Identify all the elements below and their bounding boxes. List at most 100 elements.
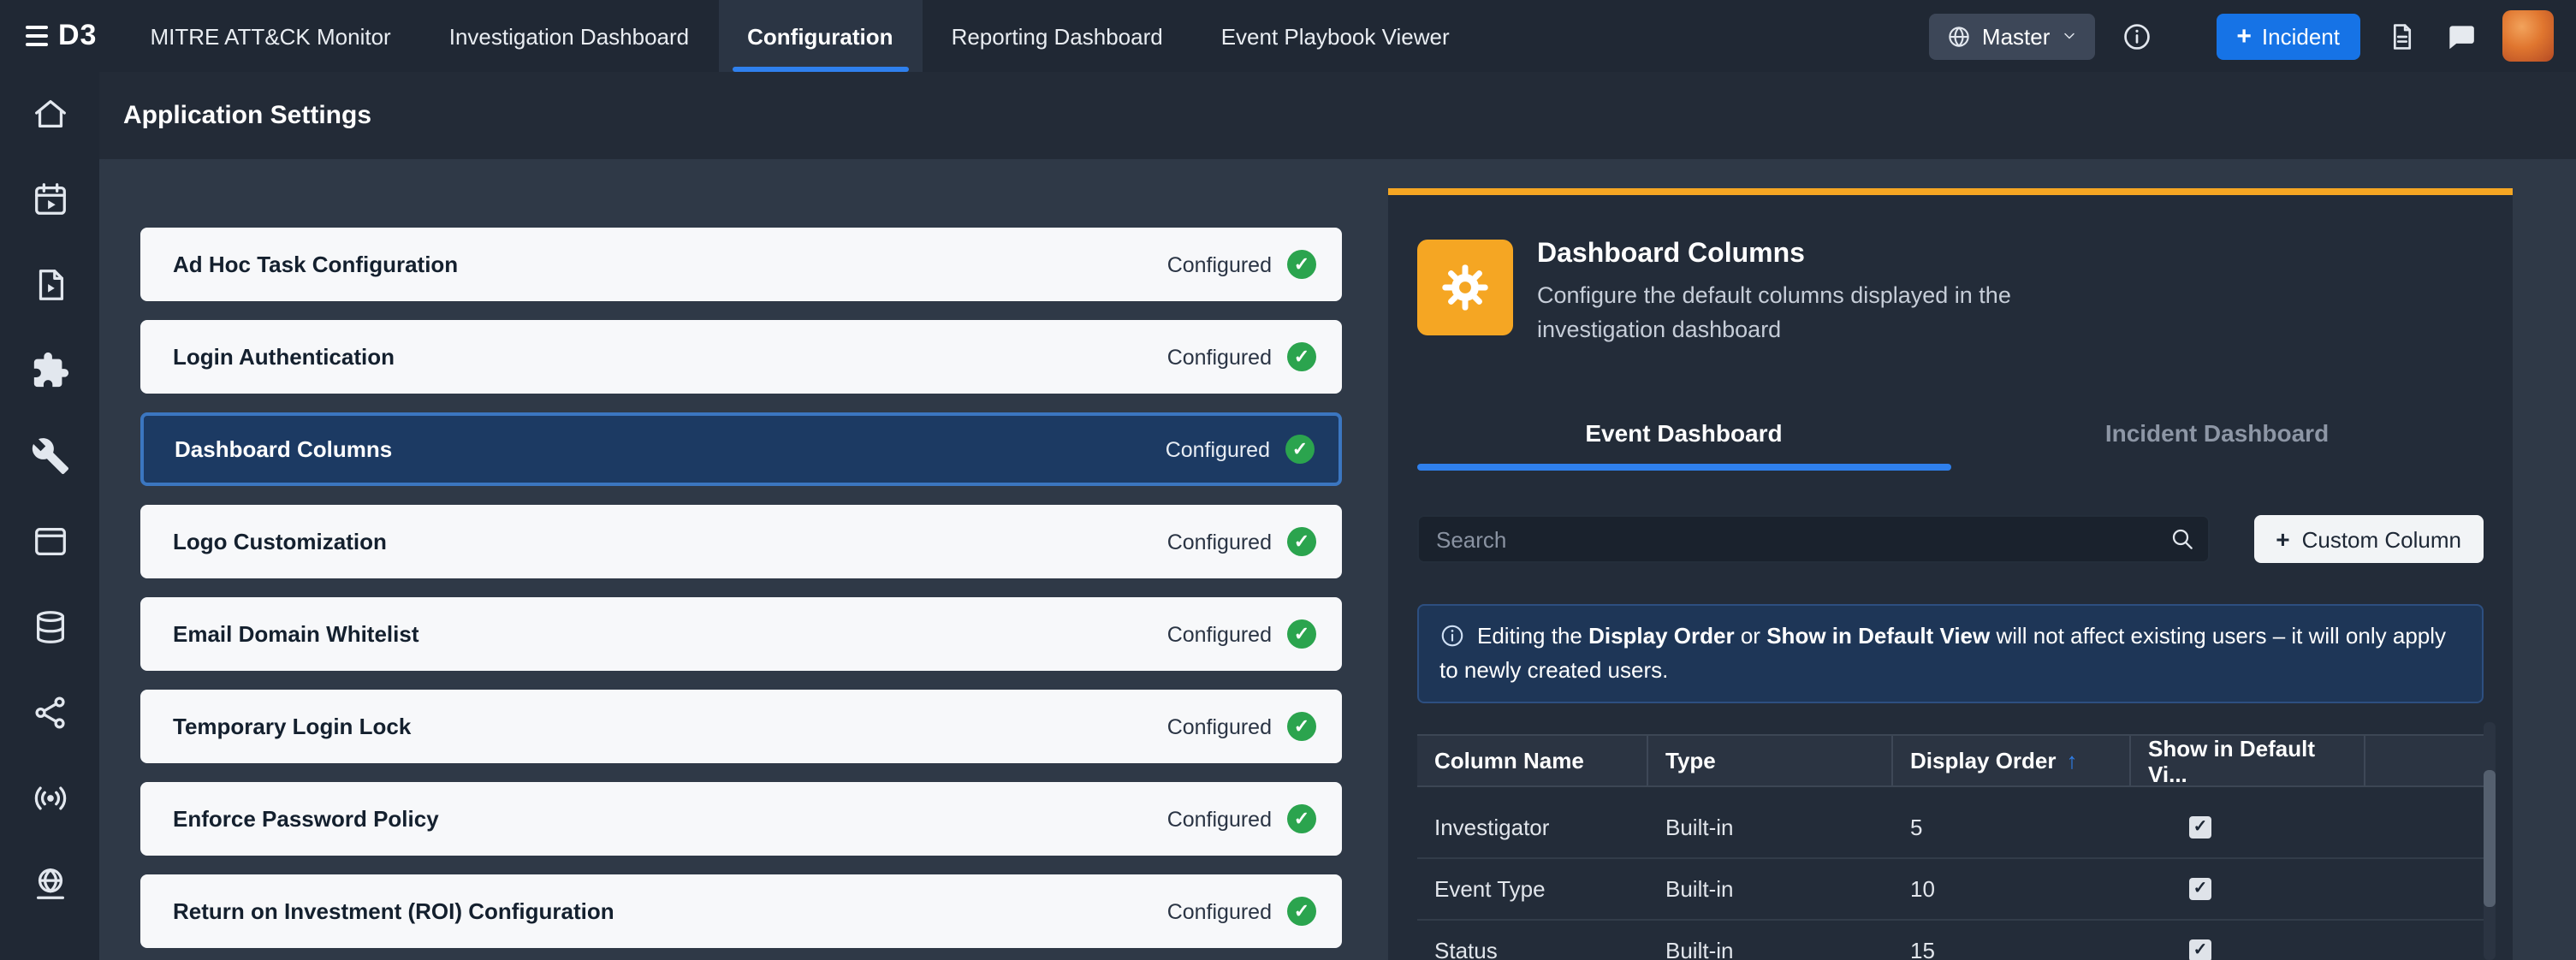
nav-item-label: Reporting Dashboard — [952, 23, 1163, 49]
setting-status-group: Configured — [1167, 804, 1316, 833]
gear-icon — [1417, 240, 1513, 335]
menu-bars-icon — [26, 26, 48, 47]
detail-title: Dashboard Columns — [1537, 240, 2119, 270]
setting-card[interactable]: Return on Investment (ROI) Configuration… — [140, 874, 1342, 948]
configured-check-icon — [1287, 897, 1316, 926]
setting-label: Email Domain Whitelist — [173, 621, 419, 647]
dashboard-tab[interactable]: Incident Dashboard — [1950, 399, 2484, 471]
setting-status: Configured — [1166, 437, 1270, 461]
nav-item[interactable]: Configuration — [718, 0, 922, 72]
show-in-default-checkbox[interactable] — [2189, 878, 2211, 900]
setting-card[interactable]: Enforce Password Policy Configured — [140, 782, 1342, 856]
setting-card[interactable]: Email Domain Whitelist Configured — [140, 597, 1342, 671]
page-header: Application Settings — [99, 72, 2576, 159]
topbar-right-cluster: Master + Incident — [1929, 10, 2576, 62]
cell-column-name: Status — [1417, 938, 1648, 960]
globe-language-icon[interactable] — [30, 864, 69, 904]
window-panel-icon[interactable] — [30, 522, 69, 561]
chat-bubble-icon[interactable] — [2444, 20, 2477, 52]
main-content: Ad Hoc Task Configuration Configured Log… — [99, 159, 2576, 960]
setting-label: Return on Investment (ROI) Configuration — [173, 898, 614, 924]
playbook-document-icon[interactable] — [30, 265, 69, 305]
search-icon[interactable] — [2169, 525, 2196, 553]
d3-logo[interactable]: D3 — [0, 19, 121, 53]
header-column-name[interactable]: Column Name — [1417, 736, 1648, 785]
utilities-tools-icon[interactable] — [30, 436, 69, 476]
setting-status-group: Configured — [1167, 897, 1316, 926]
search-input[interactable] — [1417, 515, 2210, 563]
setting-card[interactable]: Temporary Login Lock Configured — [140, 690, 1342, 763]
setting-card[interactable]: Dashboard Columns Configured — [140, 412, 1342, 486]
nav-item[interactable]: Event Playbook Viewer — [1192, 0, 1479, 72]
table-row[interactable]: Event Type Built-in 10 — [1417, 859, 2484, 921]
nav-item[interactable]: MITRE ATT&CK Monitor — [121, 0, 419, 72]
setting-label: Enforce Password Policy — [173, 806, 439, 832]
setting-status: Configured — [1167, 899, 1272, 923]
setting-status: Configured — [1167, 345, 1272, 369]
search-box — [1417, 515, 2210, 563]
share-network-icon[interactable] — [30, 693, 69, 732]
table-header-row: Column Name Type Display Order↑ Show in … — [1417, 736, 2484, 787]
scrollbar-thumb[interactable] — [2484, 770, 2496, 907]
setting-label: Dashboard Columns — [175, 436, 392, 462]
cell-show-in-default — [2131, 939, 2365, 960]
broadcast-icon[interactable] — [30, 779, 69, 818]
cell-type: Built-in — [1648, 938, 1893, 960]
banner-text: Editing the Display Order or Show in Def… — [1439, 623, 2446, 683]
setting-label: Login Authentication — [173, 344, 395, 370]
nav-item-label: Configuration — [747, 23, 893, 49]
configured-check-icon — [1285, 435, 1315, 464]
table-scrollbar[interactable] — [2484, 722, 2496, 960]
configured-check-icon — [1287, 619, 1316, 649]
show-in-default-checkbox[interactable] — [2189, 816, 2211, 839]
header-display-order[interactable]: Display Order↑ — [1893, 736, 2131, 785]
nav-item-label: MITRE ATT&CK Monitor — [150, 23, 390, 49]
setting-status: Configured — [1167, 622, 1272, 646]
dashboard-tab[interactable]: Event Dashboard — [1417, 399, 1950, 471]
setting-status: Configured — [1167, 714, 1272, 738]
calendar-event-icon[interactable] — [30, 180, 69, 219]
setting-status-group: Configured — [1167, 527, 1316, 556]
setting-card[interactable]: Logo Customization Configured — [140, 505, 1342, 578]
custom-column-label: Custom Column — [2302, 526, 2461, 552]
custom-column-button[interactable]: + Custom Column — [2253, 515, 2484, 563]
tenant-label: Master — [1982, 23, 2050, 49]
detail-header: Dashboard Columns Configure the default … — [1388, 195, 2513, 347]
configured-check-icon — [1287, 527, 1316, 556]
columns-table: Column Name Type Display Order↑ Show in … — [1417, 734, 2484, 960]
setting-status-group: Configured — [1166, 435, 1315, 464]
settings-list: Ad Hoc Task Configuration Configured Log… — [140, 228, 1342, 948]
setting-status-group: Configured — [1167, 619, 1316, 649]
configured-check-icon — [1287, 804, 1316, 833]
setting-status-group: Configured — [1167, 250, 1316, 279]
nav-item[interactable]: Investigation Dashboard — [420, 0, 718, 72]
new-incident-button[interactable]: + Incident — [2216, 13, 2360, 59]
cell-column-name: Event Type — [1417, 876, 1648, 902]
document-icon[interactable] — [2386, 20, 2419, 52]
header-show-in-default[interactable]: Show in Default Vi... — [2131, 736, 2365, 785]
configured-check-icon — [1287, 250, 1316, 279]
icon-sidebar — [0, 72, 99, 960]
header-spacer — [2365, 736, 2484, 785]
cell-type: Built-in — [1648, 815, 1893, 840]
tab-label: Event Dashboard — [1585, 419, 1782, 447]
nav-item[interactable]: Reporting Dashboard — [923, 0, 1192, 72]
home-icon[interactable] — [30, 94, 69, 133]
database-icon[interactable] — [30, 607, 69, 647]
table-row[interactable]: Status Built-in 15 — [1417, 921, 2484, 960]
user-avatar[interactable] — [2502, 10, 2554, 62]
chevron-down-icon — [2060, 27, 2077, 44]
info-circle-icon[interactable] — [2120, 20, 2152, 52]
header-type[interactable]: Type — [1648, 736, 1893, 785]
integrations-puzzle-icon[interactable] — [30, 351, 69, 390]
setting-label: Logo Customization — [173, 529, 387, 554]
tenant-selector[interactable]: Master — [1929, 13, 2094, 59]
cell-show-in-default — [2131, 878, 2365, 900]
setting-card[interactable]: Ad Hoc Task Configuration Configured — [140, 228, 1342, 301]
configured-check-icon — [1287, 342, 1316, 371]
setting-status: Configured — [1167, 252, 1272, 276]
setting-card[interactable]: Login Authentication Configured — [140, 320, 1342, 394]
setting-status-group: Configured — [1167, 342, 1316, 371]
show-in-default-checkbox[interactable] — [2189, 939, 2211, 960]
table-row[interactable]: Investigator Built-in 5 — [1417, 797, 2484, 859]
